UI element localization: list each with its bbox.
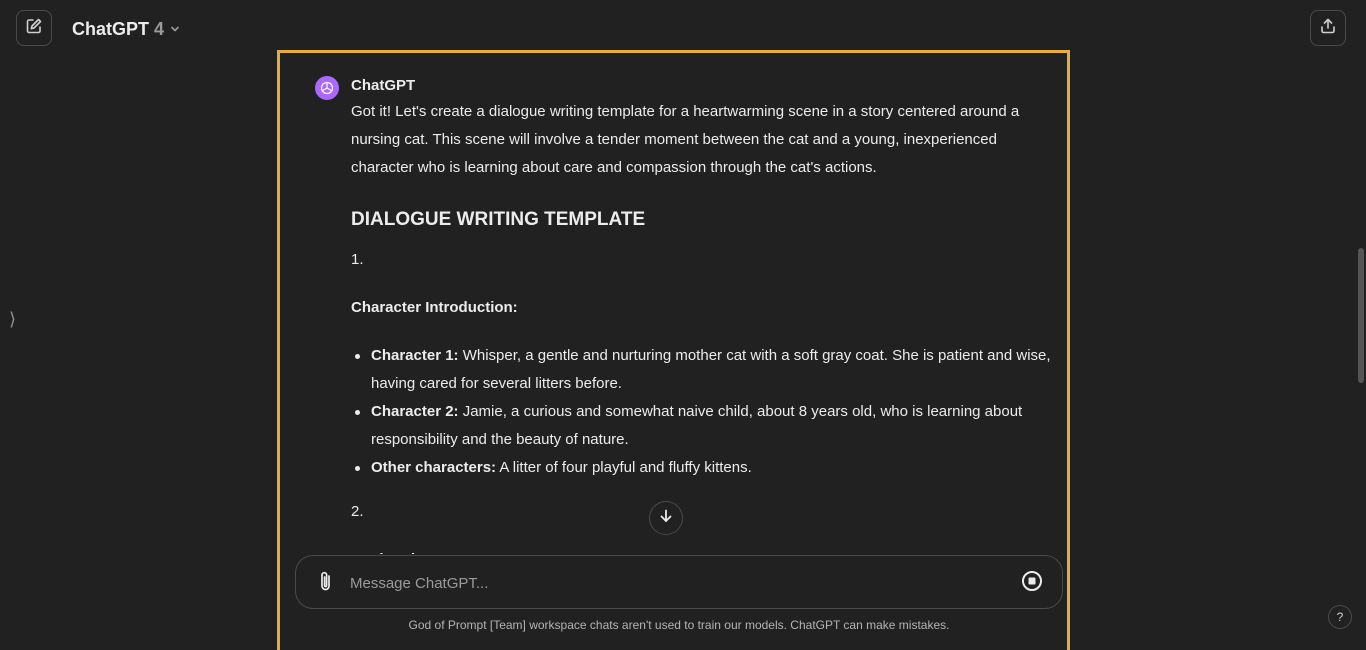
model-name: ChatGPT — [72, 18, 150, 39]
attach-button[interactable] — [316, 570, 336, 597]
arrow-down-icon — [658, 508, 674, 529]
list-item-text: Jamie, a curious and somewhat naive chil… — [371, 403, 1023, 448]
disclaimer-text: God of Prompt [Team] workspace chats are… — [408, 618, 950, 632]
paperclip-icon — [319, 570, 333, 597]
new-chat-button[interactable] — [16, 10, 52, 46]
list-item: Other characters: A litter of four playf… — [351, 454, 1051, 482]
section-title: Character Introduction: — [351, 299, 518, 316]
chevron-down-icon — [169, 19, 181, 40]
sidebar-toggle-icon[interactable]: ⟩ — [9, 309, 16, 330]
section-number: 1. — [351, 251, 364, 268]
model-version: 4 — [154, 18, 165, 39]
list-item-label: Other characters: — [371, 459, 497, 476]
message-input[interactable] — [350, 569, 990, 597]
character-list: Character 1: Whisper, a gentle and nurtu… — [351, 342, 1051, 482]
stop-icon — [1021, 570, 1043, 597]
top-bar: ChatGPT 4 — [0, 0, 1366, 56]
stop-generating-button[interactable] — [1021, 570, 1043, 597]
list-item-text: Whisper, a gentle and nurturing mother c… — [371, 347, 1051, 392]
assistant-message: ChatGPT Got it! Let's create a dialogue … — [313, 74, 1053, 554]
template-heading: DIALOGUE WRITING TEMPLATE — [351, 209, 646, 230]
message-content: ChatGPT Got it! Let's create a dialogue … — [351, 74, 1051, 554]
chatgpt-logo-icon — [315, 76, 339, 100]
list-item: Character 2: Jamie, a curious and somewh… — [351, 398, 1051, 454]
scrollbar-thumb[interactable] — [1358, 248, 1364, 383]
message-composer — [295, 555, 1063, 609]
list-item-label: Character 1: — [371, 347, 459, 364]
section-title: Setting the Scene: — [351, 546, 1051, 554]
model-selector[interactable]: ChatGPT 4 — [72, 17, 181, 41]
message-intro: Got it! Let's create a dialogue writing … — [351, 103, 1020, 176]
share-icon — [1319, 17, 1337, 40]
message-sender: ChatGPT — [351, 77, 416, 94]
section-number: 2. — [351, 503, 364, 520]
list-item-text: A litter of four playful and fluffy kitt… — [496, 459, 752, 476]
list-item: Character 1: Whisper, a gentle and nurtu… — [351, 342, 1051, 398]
edit-icon — [25, 17, 43, 40]
share-button[interactable] — [1310, 10, 1346, 46]
list-item-label: Character 2: — [371, 403, 459, 420]
scroll-to-bottom-button[interactable] — [649, 501, 683, 535]
help-button[interactable]: ? — [1328, 605, 1352, 629]
